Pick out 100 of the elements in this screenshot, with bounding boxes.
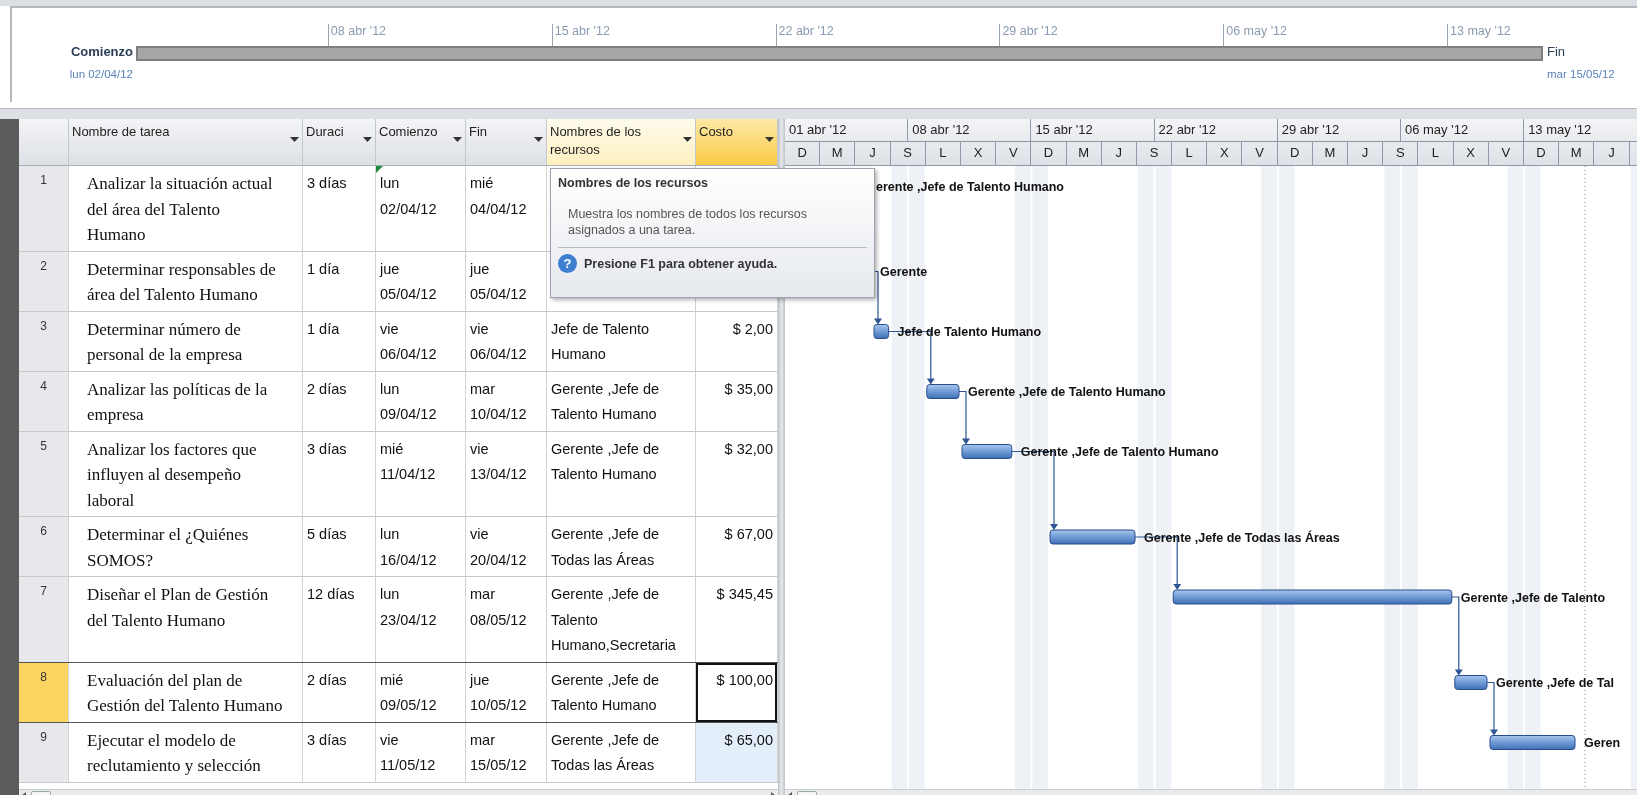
task-bar	[961, 444, 1013, 459]
duration-cell: 2 días	[303, 662, 376, 722]
row-number[interactable]: 4	[19, 371, 69, 431]
dropdown-caret-icon[interactable]	[290, 137, 299, 143]
task-name-cell: Evaluación del plan de Gestión del Talento Humano	[69, 662, 303, 722]
day-label: J	[1594, 142, 1630, 165]
bar-label: erente ,Jefe de Talento Humano	[876, 179, 1064, 194]
row-number[interactable]: 3	[19, 311, 69, 371]
day-label: S	[1383, 142, 1419, 165]
duration-cell: 3 días	[303, 166, 376, 251]
dropdown-caret-icon[interactable]	[363, 137, 372, 143]
week-label: 06 may '12	[1400, 119, 1525, 141]
timeline-end-date: mar 15/05/12	[1547, 68, 1616, 80]
dropdown-caret-icon[interactable]	[765, 137, 774, 143]
help-icon: ?	[558, 254, 577, 273]
finish-date-cell: mar 08/05/12	[466, 577, 547, 662]
bar-label: Gerente ,Jefe de Talento Humano	[968, 385, 1166, 399]
week-label: 22 abr '12	[1154, 119, 1278, 141]
finish-date-cell: vie 06/04/12	[466, 311, 547, 371]
dependency-arrow	[958, 390, 970, 445]
task-name-cell: Ejecutar el modelo de reclutamiento y selección	[69, 722, 303, 782]
start-date-cell: mié 09/05/12	[376, 662, 466, 722]
bar-label: Gerente ,Jefe de Tal	[1496, 676, 1614, 690]
day-label: D	[785, 142, 821, 165]
task-name-cell: Analizar los factores que influyen al desempeño laboral	[69, 431, 303, 516]
column-header[interactable]: Comienzo	[376, 119, 466, 165]
start-date-cell: jue 05/04/12	[376, 251, 466, 311]
row-number[interactable]: 1	[19, 166, 69, 251]
finish-date-cell: vie 20/04/12	[466, 517, 547, 576]
row-number[interactable]: 6	[19, 517, 69, 576]
duration-cell: 2 días	[303, 371, 376, 431]
week-label: 01 abr '12	[785, 119, 909, 141]
day-label: S	[890, 142, 926, 165]
row-number[interactable]: 5	[19, 431, 69, 516]
resource-names-cell: Gerente ,Jefe de Talento Humano	[547, 431, 696, 516]
cost-cell: $ 65,00	[696, 722, 778, 782]
timeline-tick-label: 15 abr '12	[554, 24, 610, 38]
task-bar	[926, 384, 960, 399]
task-name-cell: Analizar las políticas de la empresa	[69, 371, 303, 431]
day-label: V	[996, 142, 1032, 165]
day-label: L	[925, 142, 961, 165]
day-label: M	[1559, 142, 1595, 165]
week-label: 15 abr '12	[1031, 119, 1155, 141]
day-label: X	[1453, 142, 1489, 165]
row-number[interactable]: 9	[19, 722, 69, 782]
column-header[interactable]: Nombre de tarea	[69, 119, 303, 165]
timeline-end-label: Fin	[1547, 44, 1567, 59]
finish-date-cell: jue 10/05/12	[466, 662, 547, 722]
cost-cell: $ 32,00	[696, 431, 778, 516]
day-label: M	[820, 142, 856, 165]
resource-names-cell: Jefe de Talento Humano	[547, 311, 696, 371]
day-label: L	[1418, 142, 1454, 165]
start-date-cell: lun 09/04/12	[376, 371, 466, 431]
task-bar	[1454, 675, 1488, 690]
day-label: S	[1136, 142, 1173, 165]
task-name-cell: Determinar número de personal de la empresa	[69, 311, 303, 371]
day-label: D	[1031, 142, 1067, 165]
start-date-cell: lun 16/04/12	[376, 517, 466, 576]
timeline-tick-label: 13 may '12	[1450, 24, 1511, 38]
row-number[interactable]: 2	[19, 251, 69, 311]
day-label: J	[1348, 142, 1384, 165]
resource-names-cell: Gerente ,Jefe de Talento Humano	[547, 662, 696, 722]
dependency-arrow	[1486, 681, 1498, 736]
duration-cell: 3 días	[303, 431, 376, 516]
duration-cell: 1 día	[303, 311, 376, 371]
day-label: D	[1277, 142, 1313, 165]
day-label: M	[1066, 142, 1102, 165]
task-name-cell: Diseñar el Plan de Gestión del Talento Humano	[69, 577, 303, 662]
timeline-start-date: lun 02/04/12	[69, 68, 133, 80]
dropdown-caret-icon[interactable]	[453, 137, 462, 143]
day-label: J	[1101, 142, 1137, 165]
row-number[interactable]: 7	[19, 577, 69, 662]
row-number[interactable]: 8	[19, 662, 69, 722]
timeline-tick-label: 29 abr '12	[1002, 24, 1058, 38]
cost-cell: $ 345,45	[696, 577, 778, 662]
column-header[interactable]: Nombres de los recursos	[547, 119, 696, 165]
day-label: J	[855, 142, 891, 165]
day-label: V	[1488, 142, 1524, 165]
tooltip-title: Nombres de los recursos	[558, 176, 710, 190]
start-date-cell: lun 23/04/12	[376, 577, 466, 662]
finish-date-cell: jue 05/04/12	[466, 251, 547, 311]
finish-date-cell: mié 04/04/12	[466, 166, 547, 251]
column-header[interactable]: Costo	[696, 119, 778, 165]
help-text: Presione F1 para obtener ayuda.	[584, 256, 778, 271]
duration-cell: 5 días	[303, 517, 376, 576]
resource-names-cell: Gerente ,Jefe de Todas las Áreas	[547, 517, 696, 576]
bar-label: Gerente	[880, 265, 928, 279]
bar-label: Gerente ,Jefe de Talento	[1460, 590, 1606, 605]
dropdown-caret-icon[interactable]	[683, 137, 692, 143]
task-name-cell: Analizar la situación actual del área del Talento Humano	[69, 166, 303, 251]
duration-cell: 3 días	[303, 722, 376, 782]
day-label: L	[1172, 142, 1208, 165]
dropdown-caret-icon[interactable]	[534, 137, 543, 143]
timeline-tick-label: 22 abr '12	[778, 24, 834, 38]
cost-cell: $ 67,00	[696, 517, 778, 576]
week-label: 08 abr '12	[908, 119, 1032, 141]
finish-date-cell: mar 15/05/12	[466, 722, 547, 782]
day-label: X	[960, 142, 997, 165]
timeline-tick-label: 06 may '12	[1226, 24, 1287, 38]
column-header[interactable]: Duraci	[303, 119, 376, 165]
